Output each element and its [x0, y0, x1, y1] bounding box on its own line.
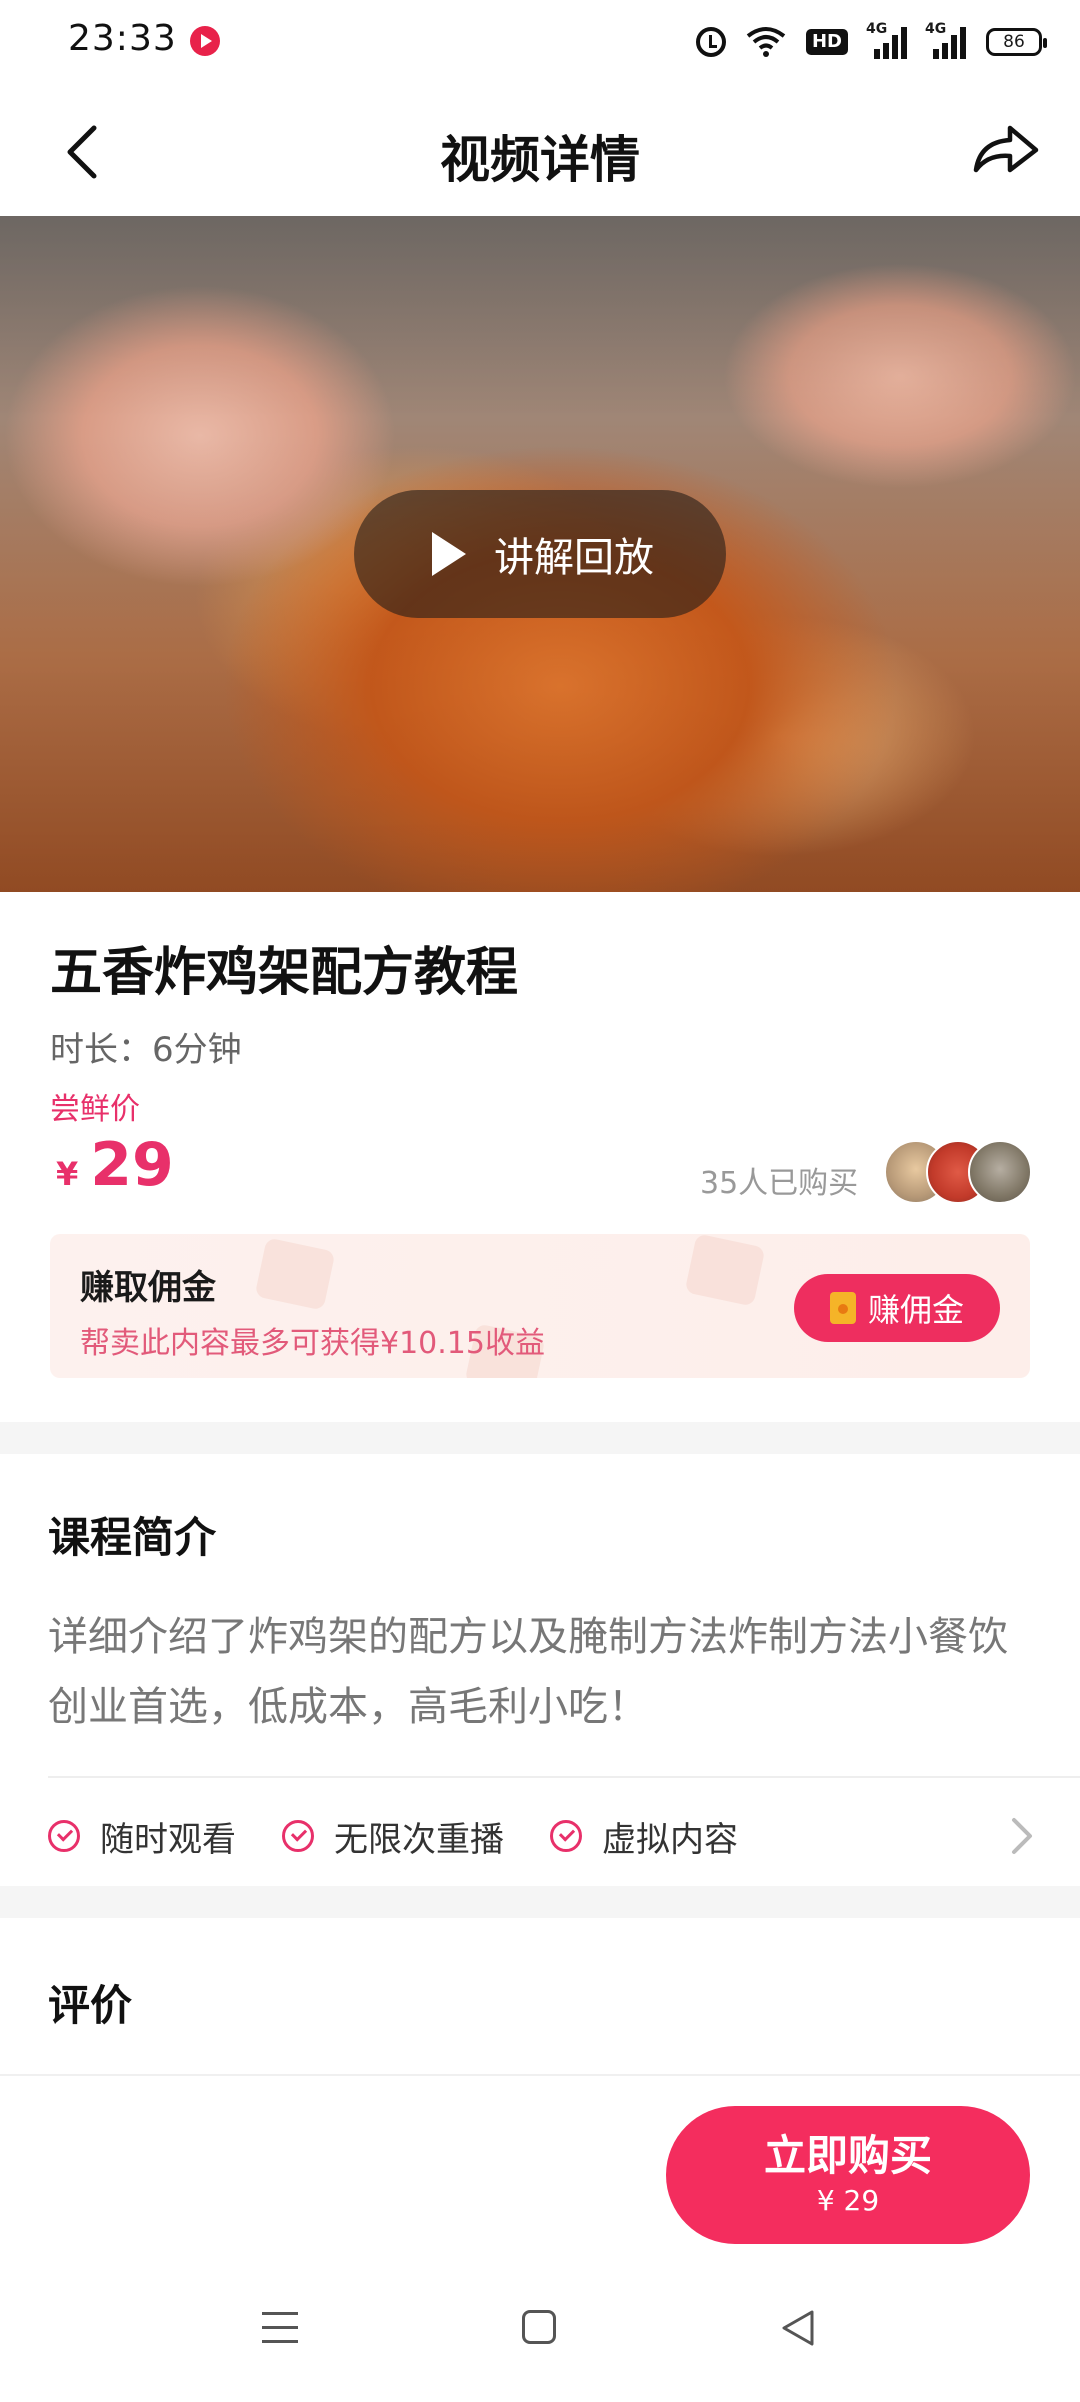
- hd-badge: HD: [805, 29, 848, 55]
- status-time: 23:33: [68, 18, 177, 59]
- decoration: [254, 1237, 336, 1311]
- feature-item: 无限次重播: [282, 1812, 504, 1861]
- wifi-icon: [746, 26, 786, 58]
- system-nav-bar: [0, 2290, 1080, 2380]
- commission-subtitle: 帮卖此内容最多可获得¥10.15收益: [80, 1326, 545, 1361]
- price-value: 29: [90, 1130, 174, 1200]
- earn-commission-button[interactable]: 赚佣金: [794, 1274, 1000, 1342]
- menu-icon[interactable]: [262, 2312, 298, 2346]
- buy-now-label: 立即购买: [763, 2131, 932, 2181]
- duration-text: 时长：6分钟: [50, 1030, 242, 1070]
- play-icon: [432, 532, 466, 576]
- commission-title: 赚取佣金: [80, 1268, 216, 1308]
- video-thumbnail[interactable]: 讲解回放: [0, 216, 1080, 892]
- feature-label: 无限次重播: [334, 1819, 504, 1860]
- avatar: [968, 1140, 1032, 1204]
- check-circle-icon: [282, 1820, 314, 1852]
- red-envelope-icon: [829, 1292, 856, 1324]
- section-divider: [0, 1422, 1080, 1454]
- feature-item: 随时观看: [48, 1812, 236, 1861]
- decoration: [684, 1234, 766, 1307]
- earn-commission-label: 赚佣金: [867, 1291, 964, 1329]
- commission-card: 赚取佣金 帮卖此内容最多可获得¥10.15收益 赚佣金: [50, 1234, 1030, 1378]
- buyers-count: 35人已购买: [700, 1166, 859, 1201]
- alarm-icon: [695, 27, 726, 57]
- battery-icon: 86: [986, 28, 1047, 56]
- check-circle-icon: [550, 1820, 582, 1852]
- share-icon: [973, 125, 1039, 173]
- feature-label: 随时观看: [100, 1819, 236, 1860]
- chevron-right-icon[interactable]: [1006, 1816, 1036, 1856]
- share-button[interactable]: [970, 120, 1042, 180]
- page-title: 视频详情: [440, 131, 640, 189]
- signal-icon-2: 4G: [925, 21, 966, 59]
- feature-label: 虚拟内容: [602, 1819, 738, 1860]
- product-title: 五香炸鸡架配方教程: [50, 943, 519, 1003]
- status-icons: HD 4G 4G 86: [695, 20, 1047, 64]
- back-triangle-icon[interactable]: [778, 2306, 818, 2350]
- price: ¥ 29: [56, 1130, 174, 1200]
- play-replay-button[interactable]: 讲解回放: [354, 490, 726, 618]
- intro-title: 课程简介: [48, 1513, 217, 1562]
- section-divider: [0, 1886, 1080, 1918]
- feature-item: 虚拟内容: [550, 1812, 738, 1861]
- divider: [48, 1776, 1080, 1778]
- feature-list[interactable]: 随时观看 无限次重播 虚拟内容: [48, 1806, 784, 1866]
- price-label: 尝鲜价: [50, 1092, 140, 1127]
- check-circle-icon: [48, 1820, 80, 1852]
- signal-icon: 4G: [866, 21, 907, 59]
- review-title: 评价: [48, 1981, 133, 2030]
- buyer-avatars[interactable]: [884, 1140, 1034, 1206]
- status-bar: 23:33 HD 4G 4G 86: [0, 0, 1080, 82]
- home-icon[interactable]: [522, 2310, 556, 2344]
- intro-body: 详细介绍了炸鸡架的配方以及腌制方法炸制方法小餐饮创业首选，低成本，高毛利小吃！: [48, 1614, 1008, 1730]
- price-currency: ¥: [56, 1155, 79, 1193]
- play-label: 讲解回放: [494, 535, 654, 581]
- buy-now-button[interactable]: 立即购买 ¥ 29: [666, 2106, 1030, 2244]
- buy-now-price: ¥ 29: [816, 2183, 880, 2217]
- notification-app-icon: [190, 26, 220, 56]
- nav-bar: 视频详情: [0, 82, 1080, 216]
